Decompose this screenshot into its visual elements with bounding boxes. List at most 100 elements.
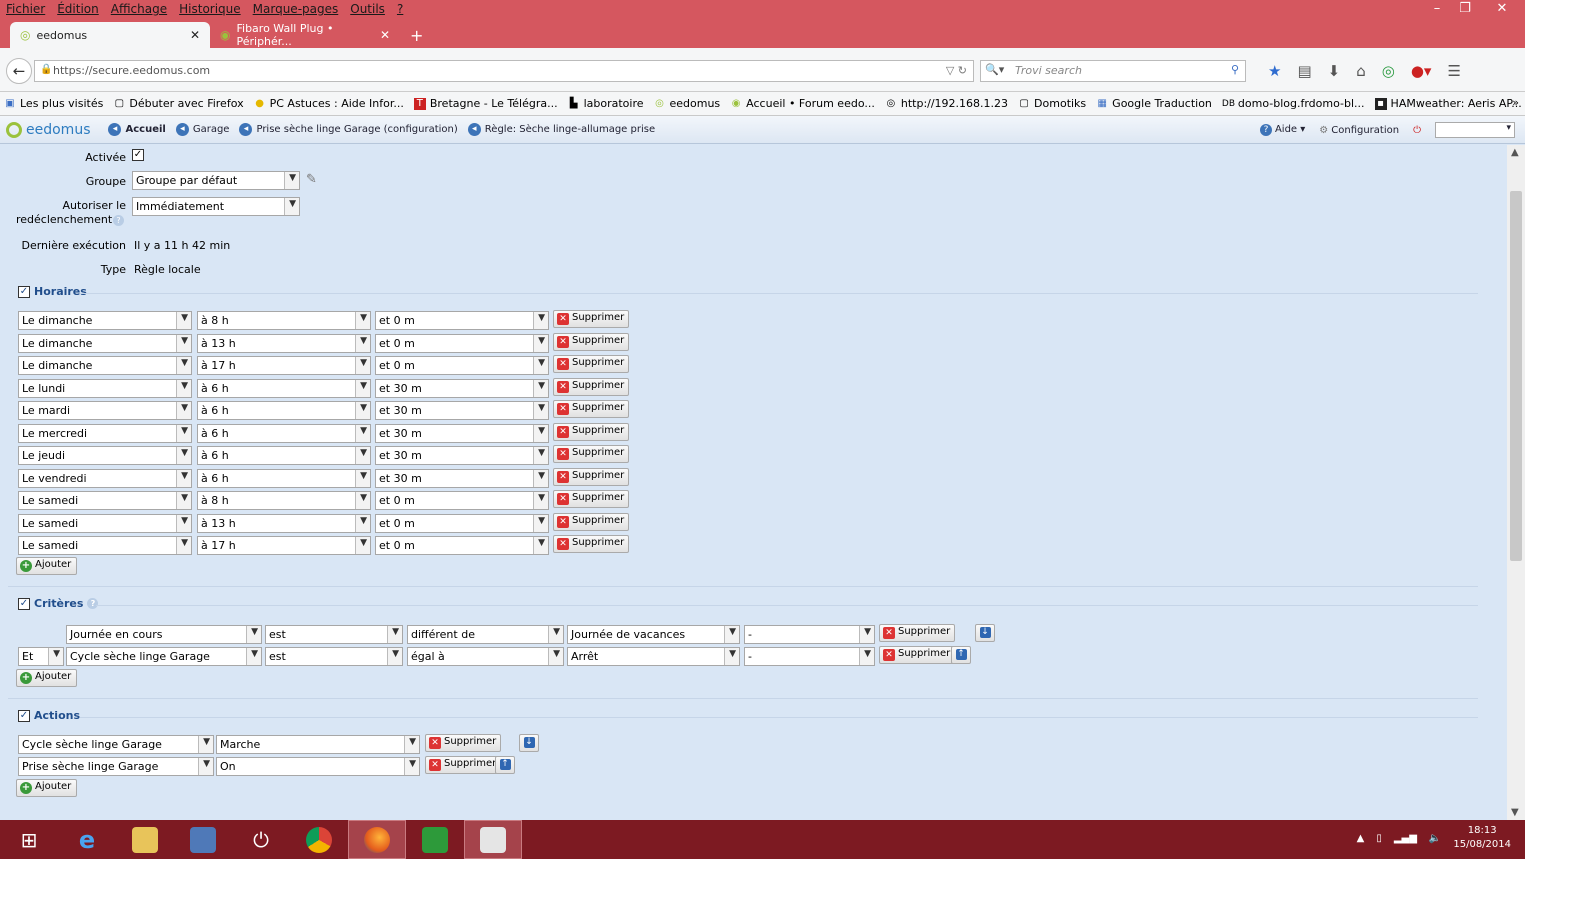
help-icon[interactable]: ?: [87, 598, 99, 609]
delete-schedule-button[interactable]: ✕ Supprimer: [553, 535, 630, 553]
restore-button[interactable]: ❐: [1451, 0, 1479, 18]
verb-select[interactable]: est ▼: [265, 625, 403, 644]
minute-select[interactable]: et 30 m ▼: [375, 401, 549, 420]
minute-select[interactable]: et 0 m ▼: [375, 311, 549, 330]
hour-select[interactable]: à 6 h ▼: [197, 378, 371, 398]
new-tab-icon[interactable]: +: [400, 22, 433, 48]
action-value-select[interactable]: Marche ▼: [216, 735, 420, 754]
delete-schedule-button[interactable]: ✕ Supprimer: [553, 332, 630, 351]
windows-start-icon[interactable]: ⊞: [0, 820, 58, 859]
menu-edition[interactable]: Édition: [51, 0, 105, 20]
day-select[interactable]: Le samedi ▼: [18, 513, 192, 533]
minute-select[interactable]: et 0 m ▼: [375, 491, 549, 510]
device-select[interactable]: Prise sèche linge Garage ▼: [18, 757, 214, 776]
subject-select[interactable]: Cycle sèche linge Garage ▼: [66, 647, 262, 666]
bookmark-item[interactable]: ▦ Google Traduction: [1096, 97, 1211, 110]
bookmarks-menu-icon[interactable]: ▤: [1297, 62, 1311, 80]
breadcrumb-rule[interactable]: ◂ Règle: Sèche linge-allumage prise: [467, 123, 655, 136]
paint-icon[interactable]: [464, 820, 522, 859]
minimize-button[interactable]: –: [1423, 0, 1451, 18]
hour-select[interactable]: à 6 h ▼: [197, 468, 371, 488]
bookmark-item[interactable]: ▣ Les plus visités: [4, 97, 103, 110]
minute-select[interactable]: et 0 m ▼: [375, 356, 549, 375]
adblock-icon[interactable]: ●▾: [1411, 62, 1432, 80]
bookmark-item[interactable]: T Bretagne - Le Télégra...: [413, 97, 558, 110]
subject-select[interactable]: Journée en cours ▼: [66, 625, 262, 644]
scroll-down-icon[interactable]: ▼: [1511, 807, 1519, 818]
day-select[interactable]: Le mardi ▼: [18, 401, 192, 420]
breadcrumb-garage[interactable]: ◂ Garage: [175, 123, 229, 136]
day-select[interactable]: Le jeudi ▼: [18, 446, 192, 465]
chrome-icon[interactable]: [290, 820, 348, 859]
day-select[interactable]: Le lundi ▼: [18, 378, 192, 398]
group-select[interactable]: Groupe par défaut ▼: [132, 171, 300, 190]
delete-schedule-button[interactable]: ✕ Supprimer: [553, 445, 630, 463]
minute-select[interactable]: et 0 m ▼: [375, 536, 549, 555]
hamburger-menu-icon[interactable]: ☰: [1447, 62, 1460, 80]
move-down-button[interactable]: ↓: [975, 624, 995, 642]
delete-criterion-button[interactable]: ✕ Supprimer: [879, 646, 956, 664]
value-select[interactable]: Journée de vacances ▼: [567, 625, 740, 644]
day-select[interactable]: Le dimanche ▼: [18, 333, 192, 353]
search-engine-icon[interactable]: 🔍▾: [985, 63, 1004, 76]
eedomus-logo[interactable]: eedomus: [6, 121, 90, 138]
delete-schedule-button[interactable]: ✕ Supprimer: [553, 490, 630, 508]
extra-select[interactable]: - ▼: [744, 625, 875, 644]
delete-schedule-button[interactable]: ✕ Supprimer: [553, 467, 630, 486]
menu-outils[interactable]: Outils: [344, 0, 391, 20]
menu-marque-pages[interactable]: Marque-pages: [247, 0, 345, 20]
add-schedule-button[interactable]: + Ajouter: [16, 557, 78, 575]
hour-select[interactable]: à 6 h ▼: [197, 423, 371, 443]
store-icon[interactable]: [406, 820, 464, 859]
download-icon[interactable]: ⬇: [1328, 62, 1341, 80]
menu-affichage[interactable]: Affichage: [105, 0, 173, 20]
extra-select[interactable]: - ▼: [744, 647, 875, 666]
day-select[interactable]: Le mercredi ▼: [18, 423, 192, 443]
comparator-select[interactable]: égal à ▼: [407, 647, 564, 666]
move-up-button[interactable]: ↑: [951, 646, 971, 664]
move-up-button[interactable]: ↑: [495, 756, 515, 774]
delete-schedule-button[interactable]: ✕ Supprimer: [553, 422, 630, 441]
url-bar[interactable]: 🔒 https://secure.eedomus.com ▽ ↻: [34, 60, 974, 82]
bookmark-item[interactable]: ▢ Domotiks: [1018, 97, 1086, 110]
close-tab-icon[interactable]: ✕: [380, 28, 390, 42]
active-checkbox[interactable]: ✓: [132, 149, 144, 161]
file-explorer-icon[interactable]: [116, 820, 174, 859]
bookmark-item[interactable]: DB domo-blog.frdomo-bl...: [1222, 97, 1365, 110]
search-input[interactable]: 🔍▾ Trovi search ⚲: [980, 60, 1246, 82]
add-criterion-button[interactable]: + Ajouter: [16, 669, 78, 687]
internet-explorer-icon[interactable]: e: [58, 820, 116, 859]
bookmark-item[interactable]: ◉ Accueil • Forum eedo...: [730, 97, 875, 110]
day-select[interactable]: Le dimanche ▼: [18, 356, 192, 375]
delete-schedule-button[interactable]: ✕ Supprimer: [553, 512, 630, 531]
tab-eedomus[interactable]: ◎ eedomus ✕: [10, 22, 210, 48]
close-tab-icon[interactable]: ✕: [190, 28, 200, 42]
minute-select[interactable]: et 0 m ▼: [375, 513, 549, 533]
edit-pencil-icon[interactable]: ✎: [306, 172, 317, 187]
search-go-icon[interactable]: ⚲: [1231, 63, 1239, 76]
volume-icon[interactable]: 🔈: [1429, 833, 1441, 844]
configuration-link[interactable]: ⚙ Configuration: [1319, 125, 1399, 136]
hour-select[interactable]: à 13 h ▼: [197, 333, 371, 353]
extension-icon[interactable]: ◎: [1382, 62, 1395, 80]
menu-aide[interactable]: ?: [391, 0, 409, 20]
device-select[interactable]: Cycle sèche linge Garage ▼: [18, 735, 214, 754]
hour-select[interactable]: à 6 h ▼: [197, 446, 371, 465]
hour-select[interactable]: à 17 h ▼: [197, 536, 371, 555]
tray-expand-icon[interactable]: ▲: [1357, 833, 1365, 844]
hour-select[interactable]: à 8 h ▼: [197, 491, 371, 510]
scroll-thumb[interactable]: [1510, 191, 1522, 561]
day-select[interactable]: Le dimanche ▼: [18, 311, 192, 330]
day-select[interactable]: Le samedi ▼: [18, 491, 192, 510]
hour-select[interactable]: à 13 h ▼: [197, 513, 371, 533]
breadcrumb-device-config[interactable]: ◂ Prise sèche linge Garage (configuration…: [239, 123, 458, 136]
horaires-checkbox[interactable]: ✓: [18, 285, 30, 298]
bookmark-item[interactable]: ▙ laboratoire: [568, 97, 644, 110]
action-value-select[interactable]: On ▼: [216, 757, 420, 776]
power-icon[interactable]: ▯: [1376, 833, 1382, 844]
minute-select[interactable]: et 0 m ▼: [375, 333, 549, 353]
firefox-icon[interactable]: [348, 820, 406, 859]
hour-select[interactable]: à 8 h ▼: [197, 311, 371, 330]
user-menu[interactable]: [1435, 122, 1515, 138]
verb-select[interactable]: est ▼: [265, 647, 403, 666]
